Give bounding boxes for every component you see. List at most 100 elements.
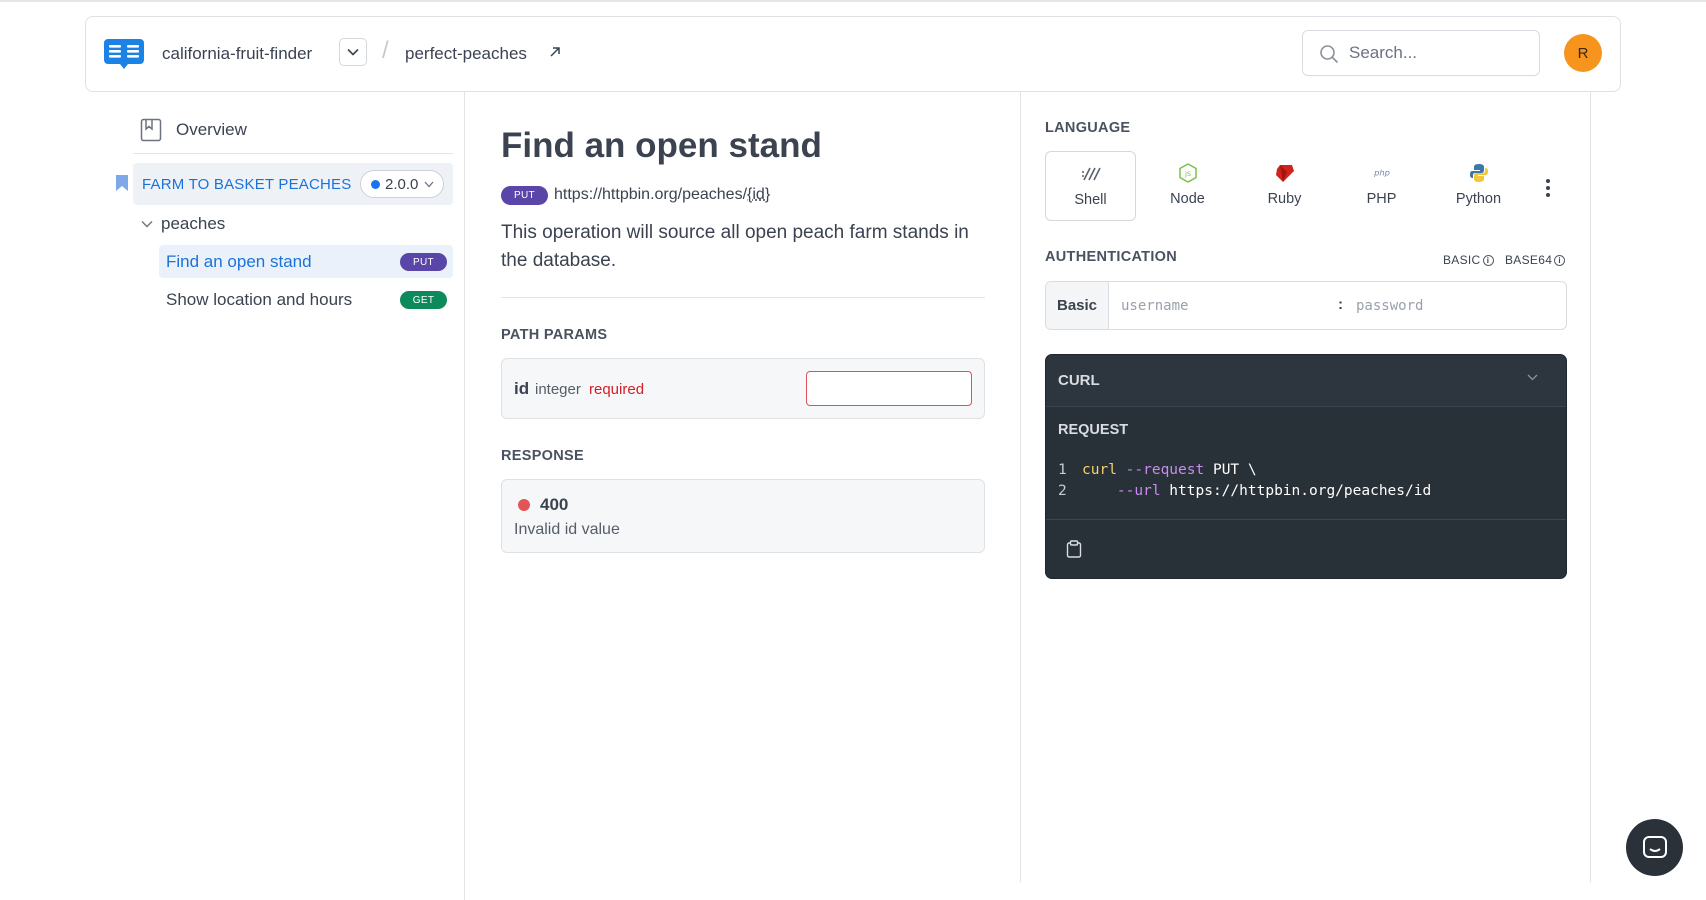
search-input[interactable] — [1349, 31, 1529, 75]
code-command: curl — [1082, 462, 1117, 478]
version-name-link[interactable]: perfect-peaches — [405, 44, 527, 64]
code-footer-divider — [1046, 519, 1566, 520]
code-text: PUT \ — [1204, 462, 1257, 478]
code-sample-title: CURL — [1058, 372, 1100, 389]
code-snippet: 1 curl --request PUT \ 2 --url https://htt… — [1058, 460, 1431, 502]
chat-support-button[interactable] — [1626, 819, 1683, 876]
endpoint-url-text: https://httpbin.org/peaches/{id} — [554, 186, 770, 204]
auth-type-label: Basic — [1046, 282, 1109, 329]
version-label: 2.0.0 — [385, 175, 419, 193]
sidebar-item-show-location[interactable]: Show location and hours GET — [159, 283, 453, 316]
chevron-down-icon — [1527, 374, 1538, 381]
ruby-icon — [1275, 163, 1295, 183]
sidebar-item-label: Show location and hours — [166, 290, 353, 309]
shell-icon — [1081, 164, 1101, 184]
version-select[interactable]: 2.0.0 — [360, 170, 444, 198]
auth-fields: Basic : — [1045, 281, 1567, 330]
sidebar-item-find-open-stand[interactable]: Find an open stand PUT — [159, 245, 453, 278]
language-label: Ruby — [1267, 191, 1302, 207]
code-sample-header[interactable]: CURL — [1046, 355, 1566, 407]
response-heading: RESPONSE — [501, 448, 584, 464]
param-required: required — [589, 381, 645, 398]
search-icon — [1320, 45, 1339, 64]
svg-text:JS: JS — [1183, 170, 1190, 178]
language-ruby-button[interactable]: Ruby — [1239, 151, 1330, 221]
code-flag: --request — [1125, 462, 1205, 478]
status-dot — [518, 499, 530, 511]
chevron-down-icon — [424, 181, 434, 187]
language-picker: Shell JS Node Ruby php PHP Python — [1045, 151, 1567, 221]
external-link-icon[interactable] — [547, 44, 563, 60]
group-label: peaches — [161, 214, 226, 233]
bookmark-icon — [116, 175, 128, 191]
search-box[interactable] — [1302, 30, 1540, 76]
top-rule — [0, 0, 1706, 2]
code-text: https://httpbin.org/peaches/id — [1160, 483, 1432, 499]
node-icon: JS — [1178, 163, 1198, 183]
chevron-down-icon — [347, 48, 359, 56]
sidebar-item-label: Find an open stand — [166, 252, 312, 271]
code-sample-panel: CURL REQUEST 1 curl --request PUT \ 2 --ur… — [1045, 354, 1567, 579]
path-params-heading: PATH PARAMS — [501, 327, 608, 343]
user-avatar[interactable]: R — [1564, 34, 1602, 72]
sidebar-divider-line — [464, 92, 465, 900]
top-header: california-fruit-finder / perfect-peache… — [85, 16, 1621, 92]
id-param-input[interactable] — [806, 371, 972, 406]
language-label: PHP — [1366, 191, 1397, 207]
request-heading: REQUEST — [1058, 422, 1129, 438]
language-python-button[interactable]: Python — [1433, 151, 1524, 221]
url-param[interactable]: {id} — [747, 186, 770, 203]
path-param-row: id integer required — [501, 358, 985, 419]
param-type: integer — [535, 381, 581, 398]
sidebar-overview[interactable]: Overview — [140, 116, 247, 144]
code-line: 2 --url https://httpbin.org/peaches/id — [1058, 481, 1431, 502]
language-label: Node — [1170, 191, 1205, 207]
panel-divider-line — [1020, 92, 1021, 882]
overview-label: Overview — [176, 120, 247, 139]
docs-logo-icon[interactable] — [104, 39, 144, 69]
response-message: Invalid id value — [514, 521, 620, 538]
chat-icon — [1642, 835, 1667, 858]
line-number: 1 — [1058, 462, 1067, 478]
info-icon: i — [1554, 254, 1566, 266]
auth-basic-link[interactable]: BASIC i — [1443, 253, 1494, 267]
code-line: 1 curl --request PUT \ — [1058, 460, 1431, 481]
code-flag: --url — [1116, 483, 1161, 499]
username-field[interactable] — [1121, 282, 1311, 329]
language-node-button[interactable]: JS Node — [1142, 151, 1233, 221]
auth-base64-link[interactable]: BASE64 i — [1505, 253, 1566, 267]
version-status-dot — [371, 179, 380, 189]
right-edge-line — [1590, 92, 1591, 882]
svg-text:php: php — [1373, 168, 1390, 178]
auth-base64-label: BASE64 — [1505, 253, 1553, 267]
method-badge-put: PUT — [400, 253, 447, 271]
project-name[interactable]: california-fruit-finder — [162, 44, 312, 64]
clipboard-icon[interactable] — [1066, 540, 1082, 558]
language-heading: LANGUAGE — [1045, 120, 1131, 136]
language-php-button[interactable]: php PHP — [1336, 151, 1427, 221]
php-icon: php — [1372, 163, 1392, 183]
endpoint-url: PUT https://httpbin.org/peaches/{id} — [501, 185, 770, 205]
more-languages-icon[interactable] — [1540, 176, 1556, 200]
response-item[interactable]: 400 Invalid id value — [501, 479, 985, 553]
method-badge-get: GET — [400, 291, 447, 309]
language-shell-button[interactable]: Shell — [1045, 151, 1136, 221]
api-name: FARM TO BASKET PEACHES — [142, 176, 352, 193]
python-icon — [1469, 163, 1489, 183]
project-dropdown-button[interactable] — [339, 38, 367, 66]
password-field[interactable] — [1356, 282, 1556, 329]
auth-basic-label: BASIC — [1443, 253, 1481, 267]
sidebar-group-peaches[interactable]: peaches — [141, 211, 225, 237]
operation-description: This operation will source all open peac… — [501, 222, 969, 271]
language-label: Python — [1455, 191, 1502, 207]
language-label: Shell — [1074, 192, 1107, 208]
authentication-heading: AUTHENTICATION — [1045, 249, 1178, 265]
line-number: 2 — [1058, 483, 1067, 499]
breadcrumb-separator: / — [382, 37, 389, 64]
sidebar-api-header[interactable]: FARM TO BASKET PEACHES 2.0.0 — [133, 163, 453, 205]
method-badge-put: PUT — [501, 185, 548, 205]
info-icon: i — [1482, 254, 1494, 266]
book-icon — [140, 118, 162, 142]
param-name: id — [514, 379, 530, 398]
content-divider — [501, 297, 985, 298]
